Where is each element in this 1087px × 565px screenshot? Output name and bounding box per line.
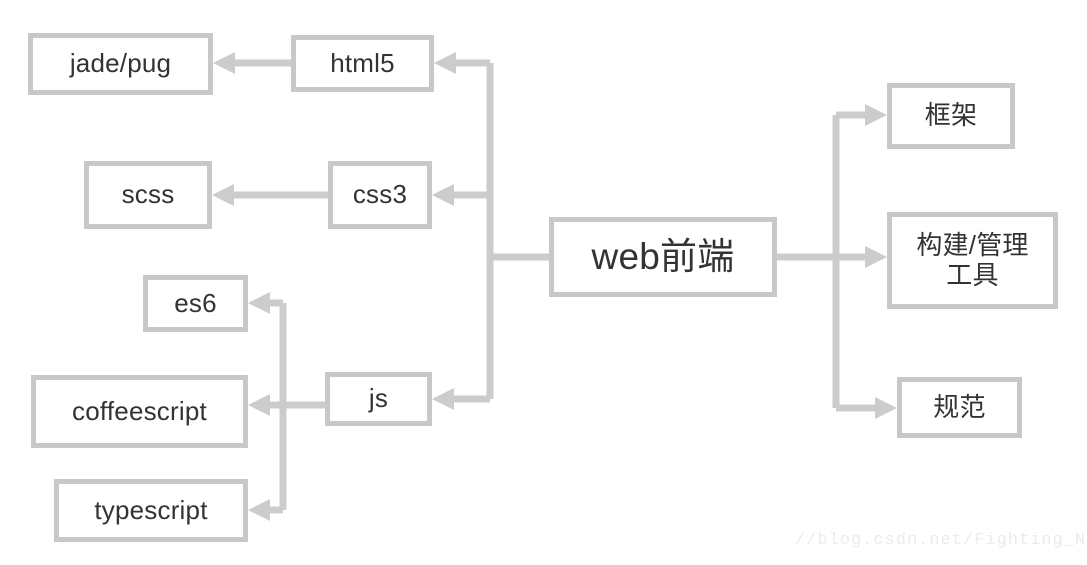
watermark: //blog.csdn.net/Fighting_No1 bbox=[795, 531, 1087, 550]
arrowhead-coffeescript bbox=[248, 394, 270, 416]
node-label-js: js bbox=[368, 383, 389, 414]
arrowhead-jade bbox=[213, 52, 235, 74]
node-label-es6: es6 bbox=[174, 287, 217, 318]
arrowhead-css3 bbox=[432, 184, 454, 206]
node-label-html5: html5 bbox=[330, 47, 395, 78]
node-label-coffeescript: coffeescript bbox=[72, 395, 207, 426]
node-web-frontend[interactable]: web前端 bbox=[549, 217, 777, 297]
node-label-build-manage-tools: 构建/管理 工具 bbox=[916, 229, 1029, 290]
node-standards[interactable]: 规范 bbox=[897, 377, 1022, 438]
node-framework[interactable]: 框架 bbox=[887, 83, 1015, 149]
node-label-typescript: typescript bbox=[94, 494, 208, 525]
node-coffeescript[interactable]: coffeescript bbox=[31, 375, 248, 448]
node-label-jade-pug: jade/pug bbox=[69, 48, 172, 79]
arrowhead-build-tools bbox=[865, 246, 887, 268]
node-label-scss: scss bbox=[121, 179, 175, 210]
node-js[interactable]: js bbox=[325, 372, 432, 426]
arrowhead-framework bbox=[865, 104, 887, 126]
arrowhead-js bbox=[432, 388, 454, 410]
node-label-standards: 规范 bbox=[933, 391, 986, 422]
node-label-css3: css3 bbox=[352, 179, 408, 210]
arrowhead-typescript bbox=[248, 499, 270, 521]
arrowhead-scss bbox=[212, 184, 234, 206]
node-label-web-frontend: web前端 bbox=[591, 235, 735, 277]
node-label-framework: 框架 bbox=[924, 100, 978, 131]
arrowhead-standards bbox=[875, 397, 897, 419]
arrowhead-html5 bbox=[434, 52, 456, 74]
node-html5[interactable]: html5 bbox=[291, 35, 434, 92]
node-scss[interactable]: scss bbox=[84, 161, 212, 229]
arrowhead-es6 bbox=[248, 292, 270, 314]
diagram-canvas: web前端 html5 css3 js jade/pug scss es6 co… bbox=[0, 0, 1087, 565]
node-css3[interactable]: css3 bbox=[328, 161, 432, 229]
node-jade-pug[interactable]: jade/pug bbox=[28, 33, 213, 95]
node-typescript[interactable]: typescript bbox=[54, 479, 248, 542]
node-build-manage-tools[interactable]: 构建/管理 工具 bbox=[887, 212, 1058, 309]
node-es6[interactable]: es6 bbox=[143, 275, 248, 332]
